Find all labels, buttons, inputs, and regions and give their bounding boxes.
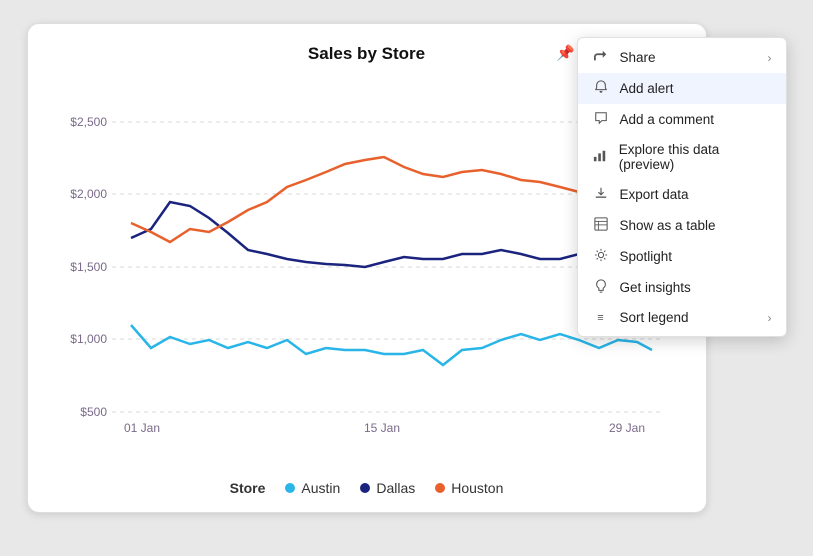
- get-insights-icon: [592, 279, 610, 296]
- austin-line: [131, 325, 652, 365]
- menu-item-add-alert[interactable]: Add alert: [578, 73, 786, 104]
- share-label: Share: [620, 50, 656, 65]
- dallas-line: [131, 202, 652, 267]
- houston-line: [131, 157, 652, 242]
- legend-store-label: Store: [230, 480, 266, 496]
- explore-data-label: Explore this data (preview): [619, 142, 772, 172]
- legend-item-austin: Austin: [285, 480, 340, 496]
- menu-item-show-table[interactable]: Show as a table: [578, 210, 786, 241]
- menu-item-get-insights[interactable]: Get insights: [578, 272, 786, 303]
- menu-item-spotlight[interactable]: Spotlight: [578, 241, 786, 272]
- menu-item-export-data[interactable]: Export data: [578, 179, 786, 210]
- show-table-label: Show as a table: [620, 218, 716, 233]
- show-table-icon: [592, 217, 610, 234]
- dallas-label: Dallas: [376, 480, 415, 496]
- svg-text:15 Jan: 15 Jan: [363, 421, 399, 435]
- add-alert-label: Add alert: [620, 81, 674, 96]
- sort-legend-arrow: ›: [768, 311, 772, 325]
- spotlight-icon: [592, 248, 610, 265]
- menu-item-explore-data[interactable]: Explore this data (preview): [578, 135, 786, 179]
- svg-text:$1,000: $1,000: [70, 332, 107, 346]
- spotlight-label: Spotlight: [620, 249, 673, 264]
- houston-dot: [435, 483, 445, 493]
- share-icon: [592, 49, 610, 66]
- explore-data-icon: [592, 149, 609, 166]
- outer-container: Sales by Store 📌 ⧉ 🔔 ≡ ⊡ •••: [27, 23, 787, 533]
- austin-label: Austin: [301, 480, 340, 496]
- sort-legend-icon: ≡: [592, 312, 610, 324]
- svg-text:01 Jan: 01 Jan: [123, 421, 159, 435]
- chart-legend: Store Austin Dallas Houston: [52, 480, 682, 496]
- svg-text:$2,000: $2,000: [70, 187, 107, 201]
- menu-item-share[interactable]: Share ›: [578, 42, 786, 73]
- get-insights-label: Get insights: [620, 280, 691, 295]
- menu-item-sort-legend[interactable]: ≡ Sort legend ›: [578, 303, 786, 332]
- add-comment-label: Add a comment: [620, 112, 715, 127]
- sort-legend-label: Sort legend: [620, 310, 689, 325]
- svg-text:$2,500: $2,500: [70, 115, 107, 129]
- export-data-label: Export data: [620, 187, 689, 202]
- austin-dot: [285, 483, 295, 493]
- add-alert-icon: [592, 80, 610, 97]
- menu-item-add-comment[interactable]: Add a comment: [578, 104, 786, 135]
- add-comment-icon: [592, 111, 610, 128]
- share-arrow: ›: [768, 51, 772, 65]
- dallas-dot: [360, 483, 370, 493]
- svg-text:$500: $500: [80, 405, 107, 419]
- svg-text:29 Jan: 29 Jan: [608, 421, 644, 435]
- legend-item-houston: Houston: [435, 480, 503, 496]
- export-data-icon: [592, 186, 610, 203]
- chart-title: Sales by Store: [308, 44, 425, 64]
- pin-icon[interactable]: 📌: [556, 44, 575, 62]
- context-menu: Share › Add alert Add a comment: [577, 37, 787, 337]
- svg-text:$1,500: $1,500: [70, 260, 107, 274]
- legend-item-dallas: Dallas: [360, 480, 415, 496]
- houston-label: Houston: [451, 480, 503, 496]
